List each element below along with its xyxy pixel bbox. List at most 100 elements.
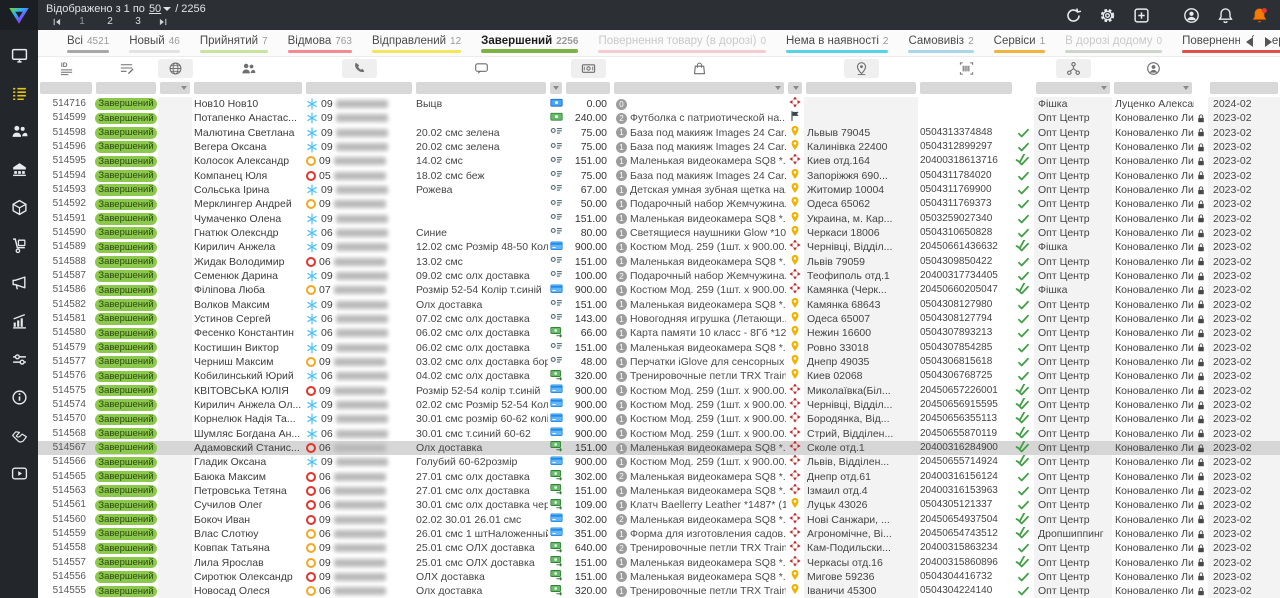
order-row-514589[interactable]: 514589ЗавершенийКирилич Анжела0912.02 см… (38, 240, 1280, 254)
manager-icon[interactable] (1136, 59, 1171, 78)
status-icon[interactable] (109, 59, 144, 78)
order-row-514576[interactable]: 514576ЗавершенийКобилинський Юрий0604.02… (38, 369, 1280, 383)
last-page-icon[interactable] (152, 16, 174, 28)
tab-6[interactable]: Завершений2256 (472, 30, 587, 53)
filter-input-ttn[interactable] (920, 82, 1012, 94)
tabs-scroll-right-icon[interactable] (1265, 37, 1272, 47)
money-icon[interactable] (571, 59, 606, 78)
order-row-514561[interactable]: 514561ЗавершенийСучилов Олег0630.01 смс … (38, 498, 1280, 512)
sidebar-item-statistics-chart[interactable] (0, 302, 38, 340)
tab-5[interactable]: Відправлений12 (363, 30, 470, 53)
tabs-scroll-left-icon[interactable] (1246, 37, 1253, 47)
order-row-514594[interactable]: 514594ЗавершенийКомпанец Юля0518.02 смс … (38, 169, 1280, 183)
announcements-bell-icon[interactable] (1251, 7, 1268, 24)
bag-icon[interactable] (682, 59, 717, 78)
filter-input-comment[interactable] (416, 82, 546, 94)
order-row-514588[interactable]: 514588ЗавершенийЖидак Володимир0613.02 с… (38, 255, 1280, 269)
page-number-3[interactable]: 3 (124, 16, 152, 27)
order-row-514577[interactable]: 514577ЗавершенийЧерниш Максим0903.02 смс… (38, 355, 1280, 369)
filter-input-flag[interactable] (160, 82, 190, 94)
id-icon[interactable]: ID (49, 59, 84, 78)
barcode-icon[interactable] (949, 59, 984, 78)
people-icon[interactable] (231, 59, 266, 78)
filter-input-amount[interactable] (566, 82, 610, 94)
sidebar-item-info[interactable] (0, 378, 38, 416)
sidebar-item-products-box[interactable] (0, 188, 38, 226)
first-page-icon[interactable] (46, 16, 68, 28)
order-row-514590[interactable]: 514590ЗавершенийГнатюк Олексндр06Синие80… (38, 226, 1280, 240)
tab-3[interactable]: Прийнятий7 (191, 30, 277, 53)
order-row-514595[interactable]: 514595ЗавершенийКолосок Александр0914.02… (38, 154, 1280, 168)
sidebar-item-video-tutorials[interactable] (0, 454, 38, 492)
order-row-514587[interactable]: 514587ЗавершенийСеменюк Дарина0909.02 см… (38, 269, 1280, 283)
tab-8[interactable]: Нема в наявності2 (777, 30, 897, 53)
order-row-514566[interactable]: 514566ЗавершенийГладик Оксана09Голубий 6… (38, 455, 1280, 469)
tab-10[interactable]: Сервіси1 (985, 30, 1055, 53)
order-row-514586[interactable]: 514586ЗавершенийФіліпова Люба07Розмір 52… (38, 283, 1280, 297)
location-icon[interactable] (844, 59, 879, 78)
order-row-514581[interactable]: 514581ЗавершенийУстинов Сергей0607.02 см… (38, 312, 1280, 326)
order-row-514599[interactable]: 514599ЗавершенийПотапенко Анастас...0924… (38, 111, 1280, 125)
add-order-icon[interactable] (1133, 7, 1150, 24)
order-row-514559[interactable]: 514559ЗавершенийВлас Слотюу0626.01 смс 1… (38, 527, 1280, 541)
filter-input-id[interactable] (40, 82, 92, 94)
tab-2[interactable]: Новый46 (120, 30, 189, 53)
sidebar-item-clients[interactable] (0, 112, 38, 150)
filter-input-channel[interactable] (1036, 82, 1110, 94)
order-row-514575[interactable]: 514575ЗавершенийКВІТОВСЬКА ЮЛІЯ09Розмір … (38, 384, 1280, 398)
filter-input-deliv[interactable] (788, 82, 802, 94)
page-number-1[interactable]: 1 (68, 16, 96, 27)
phone-icon[interactable] (342, 59, 377, 78)
filter-input-prod[interactable] (614, 82, 784, 94)
page-size-dropdown[interactable]: 50 (149, 3, 171, 15)
page-number-2[interactable]: 2 (96, 16, 124, 27)
filter-input-status[interactable] (96, 82, 156, 94)
notifications-bell-icon[interactable] (1217, 7, 1234, 24)
order-row-514558[interactable]: 514558ЗавершенийКовпак Татьяна0925.01 см… (38, 541, 1280, 555)
order-row-514716[interactable]: 514716ЗавершенийНов10 Нов1009Выцв0.000Фі… (38, 97, 1280, 111)
order-row-514592[interactable]: 514592ЗавершенийМерклингер Андрей0950.00… (38, 197, 1280, 211)
order-row-514565[interactable]: 514565ЗавершенийБаюка Максим0627.01 смс … (38, 470, 1280, 484)
sidebar-item-monitor[interactable] (0, 36, 38, 74)
order-row-514560[interactable]: 514560ЗавершенийБокоч Иван0902.02 30.01 … (38, 513, 1280, 527)
sidebar-item-partners-handshake[interactable] (0, 416, 38, 454)
gear-icon[interactable] (1099, 7, 1116, 24)
account-icon[interactable] (1183, 7, 1200, 24)
order-row-514580[interactable]: 514580ЗавершенийФесенко Константин0606.0… (38, 326, 1280, 340)
order-row-514574[interactable]: 514574ЗавершенийКирилич Анжела Ол...0902… (38, 398, 1280, 412)
order-row-514563[interactable]: 514563ЗавершенийПетровська Тетяна0627.01… (38, 484, 1280, 498)
filter-input-manager[interactable] (1114, 82, 1192, 94)
comment-icon[interactable] (464, 59, 499, 78)
channel-icon[interactable] (1056, 59, 1091, 78)
sidebar-item-orders-list[interactable] (0, 74, 38, 112)
sidebar-item-marketing-megaphone[interactable] (0, 264, 38, 302)
globe-icon[interactable] (158, 59, 193, 78)
filter-input-pay[interactable] (550, 82, 562, 94)
order-row-514568[interactable]: 514568ЗавершенийШумляс Богдана Ан...0630… (38, 427, 1280, 441)
order-row-514596[interactable]: 514596ЗавершенийВегера Оксана0920.02 смс… (38, 140, 1280, 154)
tab-9[interactable]: Самовивіз2 (899, 30, 982, 53)
order-row-514567[interactable]: 514567ЗавершенийАдамовский Станис...06Ол… (38, 441, 1280, 455)
order-row-514593[interactable]: 514593ЗавершенийСольська Ірина09Рожева67… (38, 183, 1280, 197)
filter-input-name[interactable] (194, 82, 302, 94)
order-row-514591[interactable]: 514591ЗавершенийЧумаченко Олена09151.001… (38, 212, 1280, 226)
filter-input-date[interactable] (1210, 82, 1278, 94)
tab-7[interactable]: Повернення товару (в дорозі)0 (589, 30, 775, 53)
order-row-514556[interactable]: 514556ЗавершенийСиротюк Олександр09ОЛХ д… (38, 570, 1280, 584)
refresh-icon[interactable] (1065, 7, 1082, 24)
order-row-514557[interactable]: 514557ЗавершенийЛила Ярослав0925.01 смс … (38, 556, 1280, 570)
sidebar-item-procurement-trolley[interactable] (0, 226, 38, 264)
order-row-514570[interactable]: 514570ЗавершенийКорнелюк Надія Та...0930… (38, 412, 1280, 426)
order-row-514579[interactable]: 514579ЗавершенийКостишин Виктор0906.02 с… (38, 341, 1280, 355)
sidebar-item-company[interactable] (0, 150, 38, 188)
sidebar-item-settings-sliders[interactable] (0, 340, 38, 378)
app-logo-icon[interactable] (0, 0, 38, 30)
filter-input-phone[interactable] (306, 82, 412, 94)
order-row-514582[interactable]: 514582ЗавершенийВолков Максим09Олх доста… (38, 298, 1280, 312)
tab-4[interactable]: Відмова763 (279, 30, 361, 53)
filter-input-city[interactable] (806, 82, 916, 94)
order-row-514555[interactable]: 514555ЗавершенийНовосад Олеся06Олх доста… (38, 584, 1280, 598)
tab-1[interactable]: Всі4521 (58, 30, 118, 53)
tab-11[interactable]: В дорозі додому0 (1056, 30, 1171, 53)
order-row-514598[interactable]: 514598ЗавершенийМалютина Светлана0920.02… (38, 126, 1280, 140)
